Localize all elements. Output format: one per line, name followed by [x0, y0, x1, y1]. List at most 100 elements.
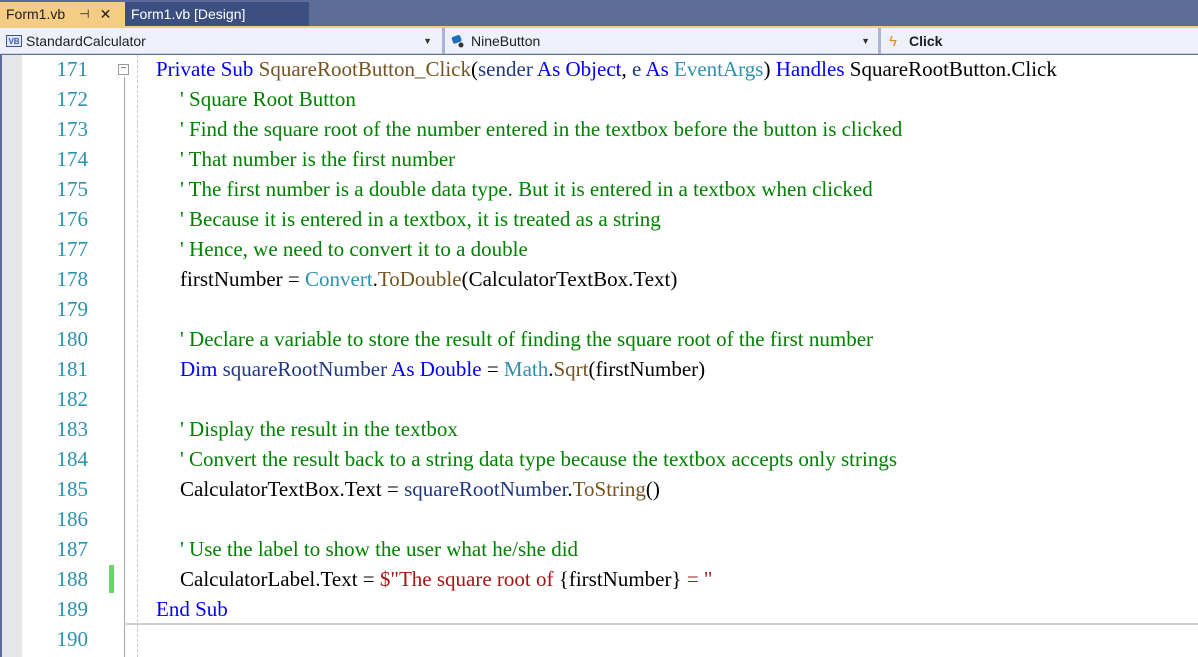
glyph-margin [2, 55, 22, 657]
code-token: ( [471, 57, 478, 81]
code-line[interactable]: Dim squareRootNumber As Double = Math.Sq… [180, 357, 705, 382]
tab-label: Form1.vb [Design] [131, 6, 246, 22]
event-name: Click [908, 33, 943, 49]
code-line[interactable]: firstNumber = Convert.ToDouble(Calculato… [180, 267, 677, 292]
code-line[interactable]: ' Because it is entered in a textbox, it… [180, 207, 661, 232]
code-token: Private Sub [156, 57, 259, 81]
collapse-icon[interactable]: − [118, 64, 129, 75]
code-line[interactable]: ' Find the square root of the number ent… [180, 117, 902, 142]
code-token: = [481, 357, 504, 381]
line-number: 173 [56, 117, 89, 141]
code-token: Convert [305, 267, 373, 291]
code-token: ' Hence, we need to convert it to a doub… [180, 237, 528, 261]
code-line[interactable]: ' Convert the result back to a string da… [180, 447, 897, 472]
code-line[interactable]: ' Hence, we need to convert it to a doub… [180, 237, 528, 262]
line-number: 188 [56, 567, 89, 591]
code-token: (CalculatorTextBox.Text) [461, 267, 678, 291]
line-number: 186 [56, 507, 89, 531]
code-line[interactable]: ' Use the label to show the user what he… [180, 537, 578, 562]
vb-project-icon: VB [6, 35, 22, 47]
code-token: CalculatorTextBox.Text = [180, 477, 405, 501]
line-number: 179 [56, 297, 89, 321]
code-token: = " [681, 567, 713, 591]
code-token: CalculatorLabel.Text = [180, 567, 380, 591]
tab-form1-vb[interactable]: Form1.vb ⊣ ✕ [0, 2, 125, 26]
line-number: 183 [56, 417, 89, 441]
line-number: 190 [56, 627, 89, 651]
line-number: 189 [56, 597, 89, 621]
line-number: 182 [56, 387, 89, 411]
code-token: ToString [572, 477, 646, 501]
code-token: ' Use the label to show the user what he… [180, 537, 579, 561]
line-number: 185 [56, 477, 89, 501]
code-token: As Double [387, 357, 482, 381]
pin-icon[interactable]: ⊣ [79, 7, 89, 21]
code-token: End Sub [156, 597, 228, 621]
tab-label: Form1.vb [6, 6, 66, 22]
change-tracking-marker [109, 565, 114, 593]
outline-line [124, 77, 125, 657]
chevron-down-icon[interactable]: ▼ [861, 28, 870, 54]
code-line[interactable]: ' Declare a variable to store the result… [180, 327, 873, 352]
code-line[interactable]: CalculatorTextBox.Text = squareRootNumbe… [180, 477, 660, 502]
project-name: StandardCalculator [26, 33, 146, 49]
code-token: Dim [180, 357, 223, 381]
code-token: ' Square Root Button [180, 87, 356, 111]
button-control-icon [451, 34, 465, 48]
tab-form1-design[interactable]: Form1.vb [Design] [125, 2, 309, 26]
navigation-bar: VB StandardCalculator ▼ NineButton ▼ ϟ C… [0, 28, 1198, 54]
event-dropdown[interactable]: ϟ Click [878, 28, 1198, 54]
code-token: ) [763, 57, 776, 81]
project-dropdown[interactable]: VB StandardCalculator ▼ [0, 28, 440, 54]
indent-guide [137, 55, 138, 657]
code-token: $"The square root of [379, 567, 559, 591]
object-dropdown[interactable]: NineButton ▼ [442, 28, 878, 54]
code-line[interactable]: ' The first number is a double data type… [180, 177, 873, 202]
line-number: 180 [56, 327, 89, 351]
code-token: Object [565, 57, 622, 81]
line-number: 172 [56, 87, 89, 111]
code-token: {firstNumber} [558, 567, 682, 591]
code-line[interactable]: ' That number is the first number [180, 147, 455, 172]
code-token: ' Because it is entered in a textbox, it… [180, 207, 661, 231]
code-editor[interactable]: 171 172 173 174 175 176 177 178 179 180 181 182 183 1… [0, 55, 1198, 657]
code-token: Sqrt [553, 357, 589, 381]
code-token: ' Find the square root of the number ent… [180, 117, 903, 141]
line-number: 171 [56, 57, 89, 81]
code-token: e [631, 57, 642, 81]
code-line[interactable]: CalculatorLabel.Text = $"The square root… [180, 567, 712, 592]
code-token: firstNumber = [180, 267, 305, 291]
code-token: ' Declare a variable to store the result… [180, 327, 874, 351]
code-token: ' Display the result in the textbox [180, 417, 458, 441]
code-token: SquareRootButton_Click [258, 57, 471, 81]
code-token: As [641, 57, 674, 81]
chevron-down-icon[interactable]: ▼ [423, 28, 432, 54]
event-bolt-icon: ϟ [889, 32, 897, 50]
code-token: Handles [775, 57, 845, 81]
code-token: SquareRootButton.Click [844, 57, 1057, 81]
code-token: ToDouble [377, 267, 462, 291]
code-token: squareRootNumber [222, 357, 388, 381]
code-line[interactable]: ' Display the result in the textbox [180, 417, 458, 442]
code-token: () [645, 477, 660, 501]
code-token: ' Convert the result back to a string da… [180, 447, 897, 471]
close-icon[interactable]: ✕ [100, 6, 112, 23]
code-line[interactable]: End Sub [156, 597, 228, 622]
line-number: 177 [56, 237, 89, 261]
code-token: As [532, 57, 566, 81]
code-token: , [621, 57, 632, 81]
method-separator [124, 623, 1198, 625]
code-token: EventArgs [674, 57, 764, 81]
line-number: 175 [56, 177, 89, 201]
code-line[interactable]: ' Square Root Button [180, 87, 356, 112]
line-number: 174 [56, 147, 89, 171]
document-tab-bar: Form1.vb ⊣ ✕ Form1.vb [Design] [0, 0, 1198, 26]
code-token: ' The first number is a double data type… [180, 177, 873, 201]
line-number: 187 [56, 537, 89, 561]
code-token: sender [478, 57, 533, 81]
code-token: (firstNumber) [588, 357, 706, 381]
code-token: ' That number is the first number [180, 147, 456, 171]
line-number: 181 [56, 357, 89, 381]
code-line[interactable]: Private Sub SquareRootButton_Click(sende… [156, 57, 1057, 82]
code-token: Math [503, 357, 549, 381]
